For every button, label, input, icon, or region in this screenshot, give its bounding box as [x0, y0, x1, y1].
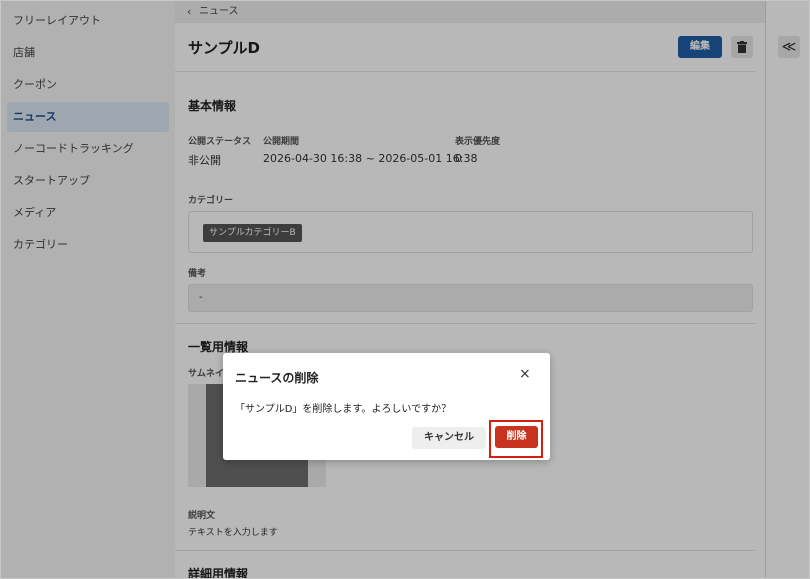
app-window: フリーレイアウト 店舗 クーポン ニュース ノーコードトラッキング スタートアッ… — [0, 0, 810, 579]
annotation-highlight-box — [489, 420, 543, 458]
modal-backdrop[interactable] — [1, 1, 809, 578]
close-icon[interactable]: × — [519, 366, 531, 382]
dialog-message: 「サンプルD」を削除します。よろしいですか？ — [235, 404, 452, 415]
cancel-button[interactable]: キャンセル — [412, 427, 486, 449]
dialog-title: ニュースの削除 — [235, 371, 319, 385]
